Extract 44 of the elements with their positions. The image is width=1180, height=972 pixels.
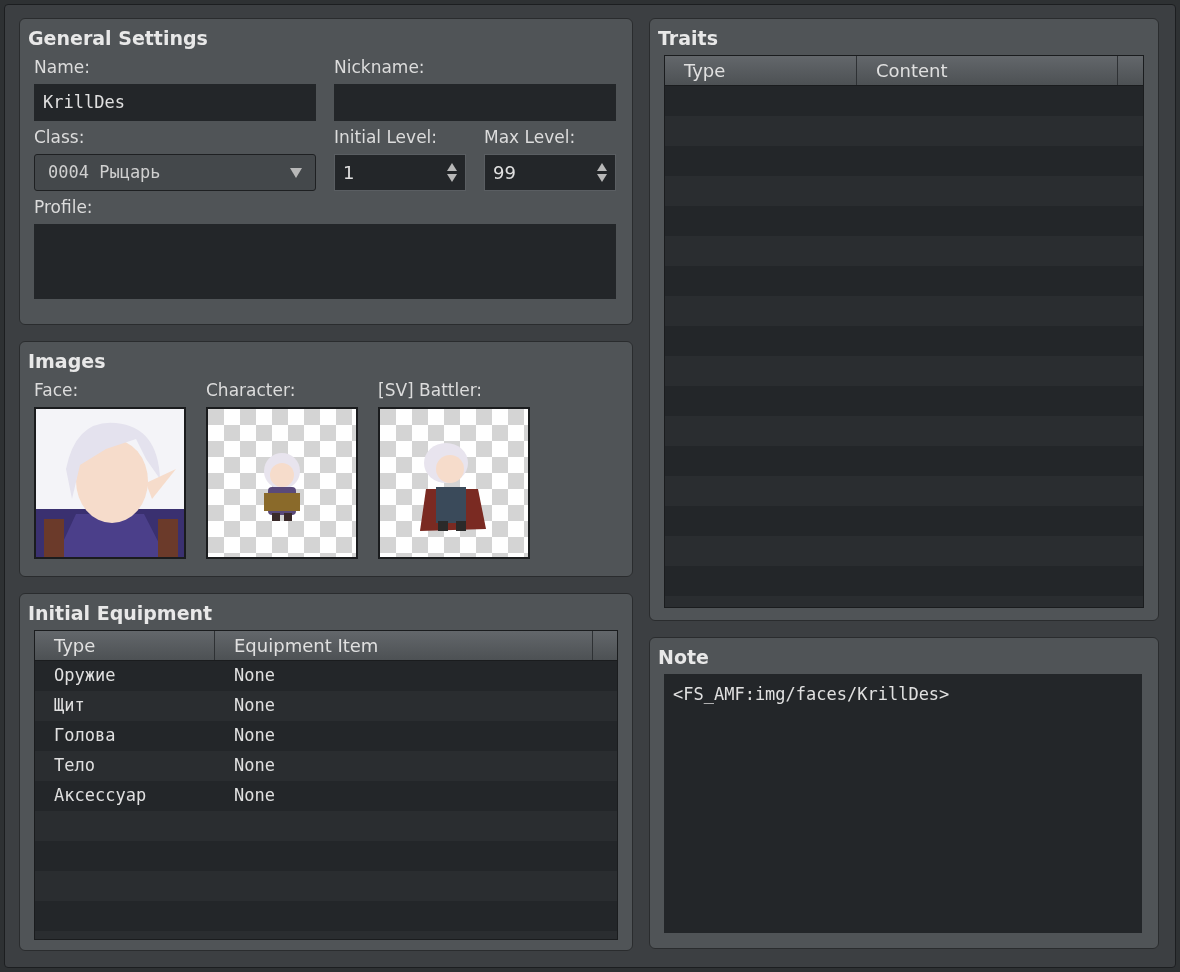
panel-title: Images xyxy=(28,349,107,374)
input-field[interactable] xyxy=(334,84,616,121)
table-cell-text: None xyxy=(233,724,276,748)
field-label: [SV] Battler: xyxy=(378,379,484,402)
column-header[interactable]: Equipment Item xyxy=(215,631,593,660)
field-label: Class: xyxy=(34,126,86,149)
field-label: Nickname: xyxy=(334,56,426,79)
table-row[interactable]: Голова None xyxy=(35,721,617,751)
panel-title: General Settings xyxy=(28,26,209,51)
spinner-arrows-icon[interactable] xyxy=(597,163,607,182)
table-cell-text: None xyxy=(233,664,276,688)
table-row[interactable]: Оружие None xyxy=(35,661,617,691)
table-cell-text: Тело xyxy=(53,754,96,778)
column-header[interactable]: Type xyxy=(35,631,215,660)
field-label: Max Level: xyxy=(484,126,577,149)
dropdown-value: 0004 Рыцарь xyxy=(48,160,161,184)
note-text: <FS_AMF:img/faces/KrillDes> xyxy=(673,683,951,706)
table-cell-text: None xyxy=(233,694,276,718)
text-area[interactable]: <FS_AMF:img/faces/KrillDes> xyxy=(664,674,1142,933)
table-cell-text: None xyxy=(233,754,276,778)
field-label: Face: xyxy=(34,379,80,402)
table-cell-text: Голова xyxy=(53,724,117,748)
spinner-arrows-icon[interactable] xyxy=(447,163,457,182)
field-label: Character: xyxy=(206,379,297,402)
caret-icon xyxy=(290,167,302,178)
panel-title: Initial Equipment xyxy=(28,601,214,626)
field-label: Name: xyxy=(34,56,91,79)
table-row[interactable]: Аксессуар None xyxy=(35,781,617,811)
table-cell-text: None xyxy=(233,784,276,808)
panel-title: Note xyxy=(658,645,710,670)
spin-box[interactable]: 99 xyxy=(484,154,616,191)
dropdown[interactable]: 0004 Рыцарь xyxy=(34,154,316,191)
table-cell-text: Щит xyxy=(53,694,86,718)
table-row[interactable]: Щит None xyxy=(35,691,617,721)
table-cell-text: Оружие xyxy=(53,664,117,688)
table-cell-text: Аксессуар xyxy=(53,784,148,808)
column-header[interactable]: Content xyxy=(857,56,1118,85)
spin-box[interactable]: 1 xyxy=(334,154,466,191)
field-label: Profile: xyxy=(33,196,94,219)
input-field[interactable]: KrillDes xyxy=(34,84,316,121)
column-header[interactable]: Type xyxy=(665,56,857,85)
table-row[interactable]: Тело None xyxy=(35,751,617,781)
panel-title: Traits xyxy=(658,26,719,51)
field-label: Initial Level: xyxy=(334,126,439,149)
